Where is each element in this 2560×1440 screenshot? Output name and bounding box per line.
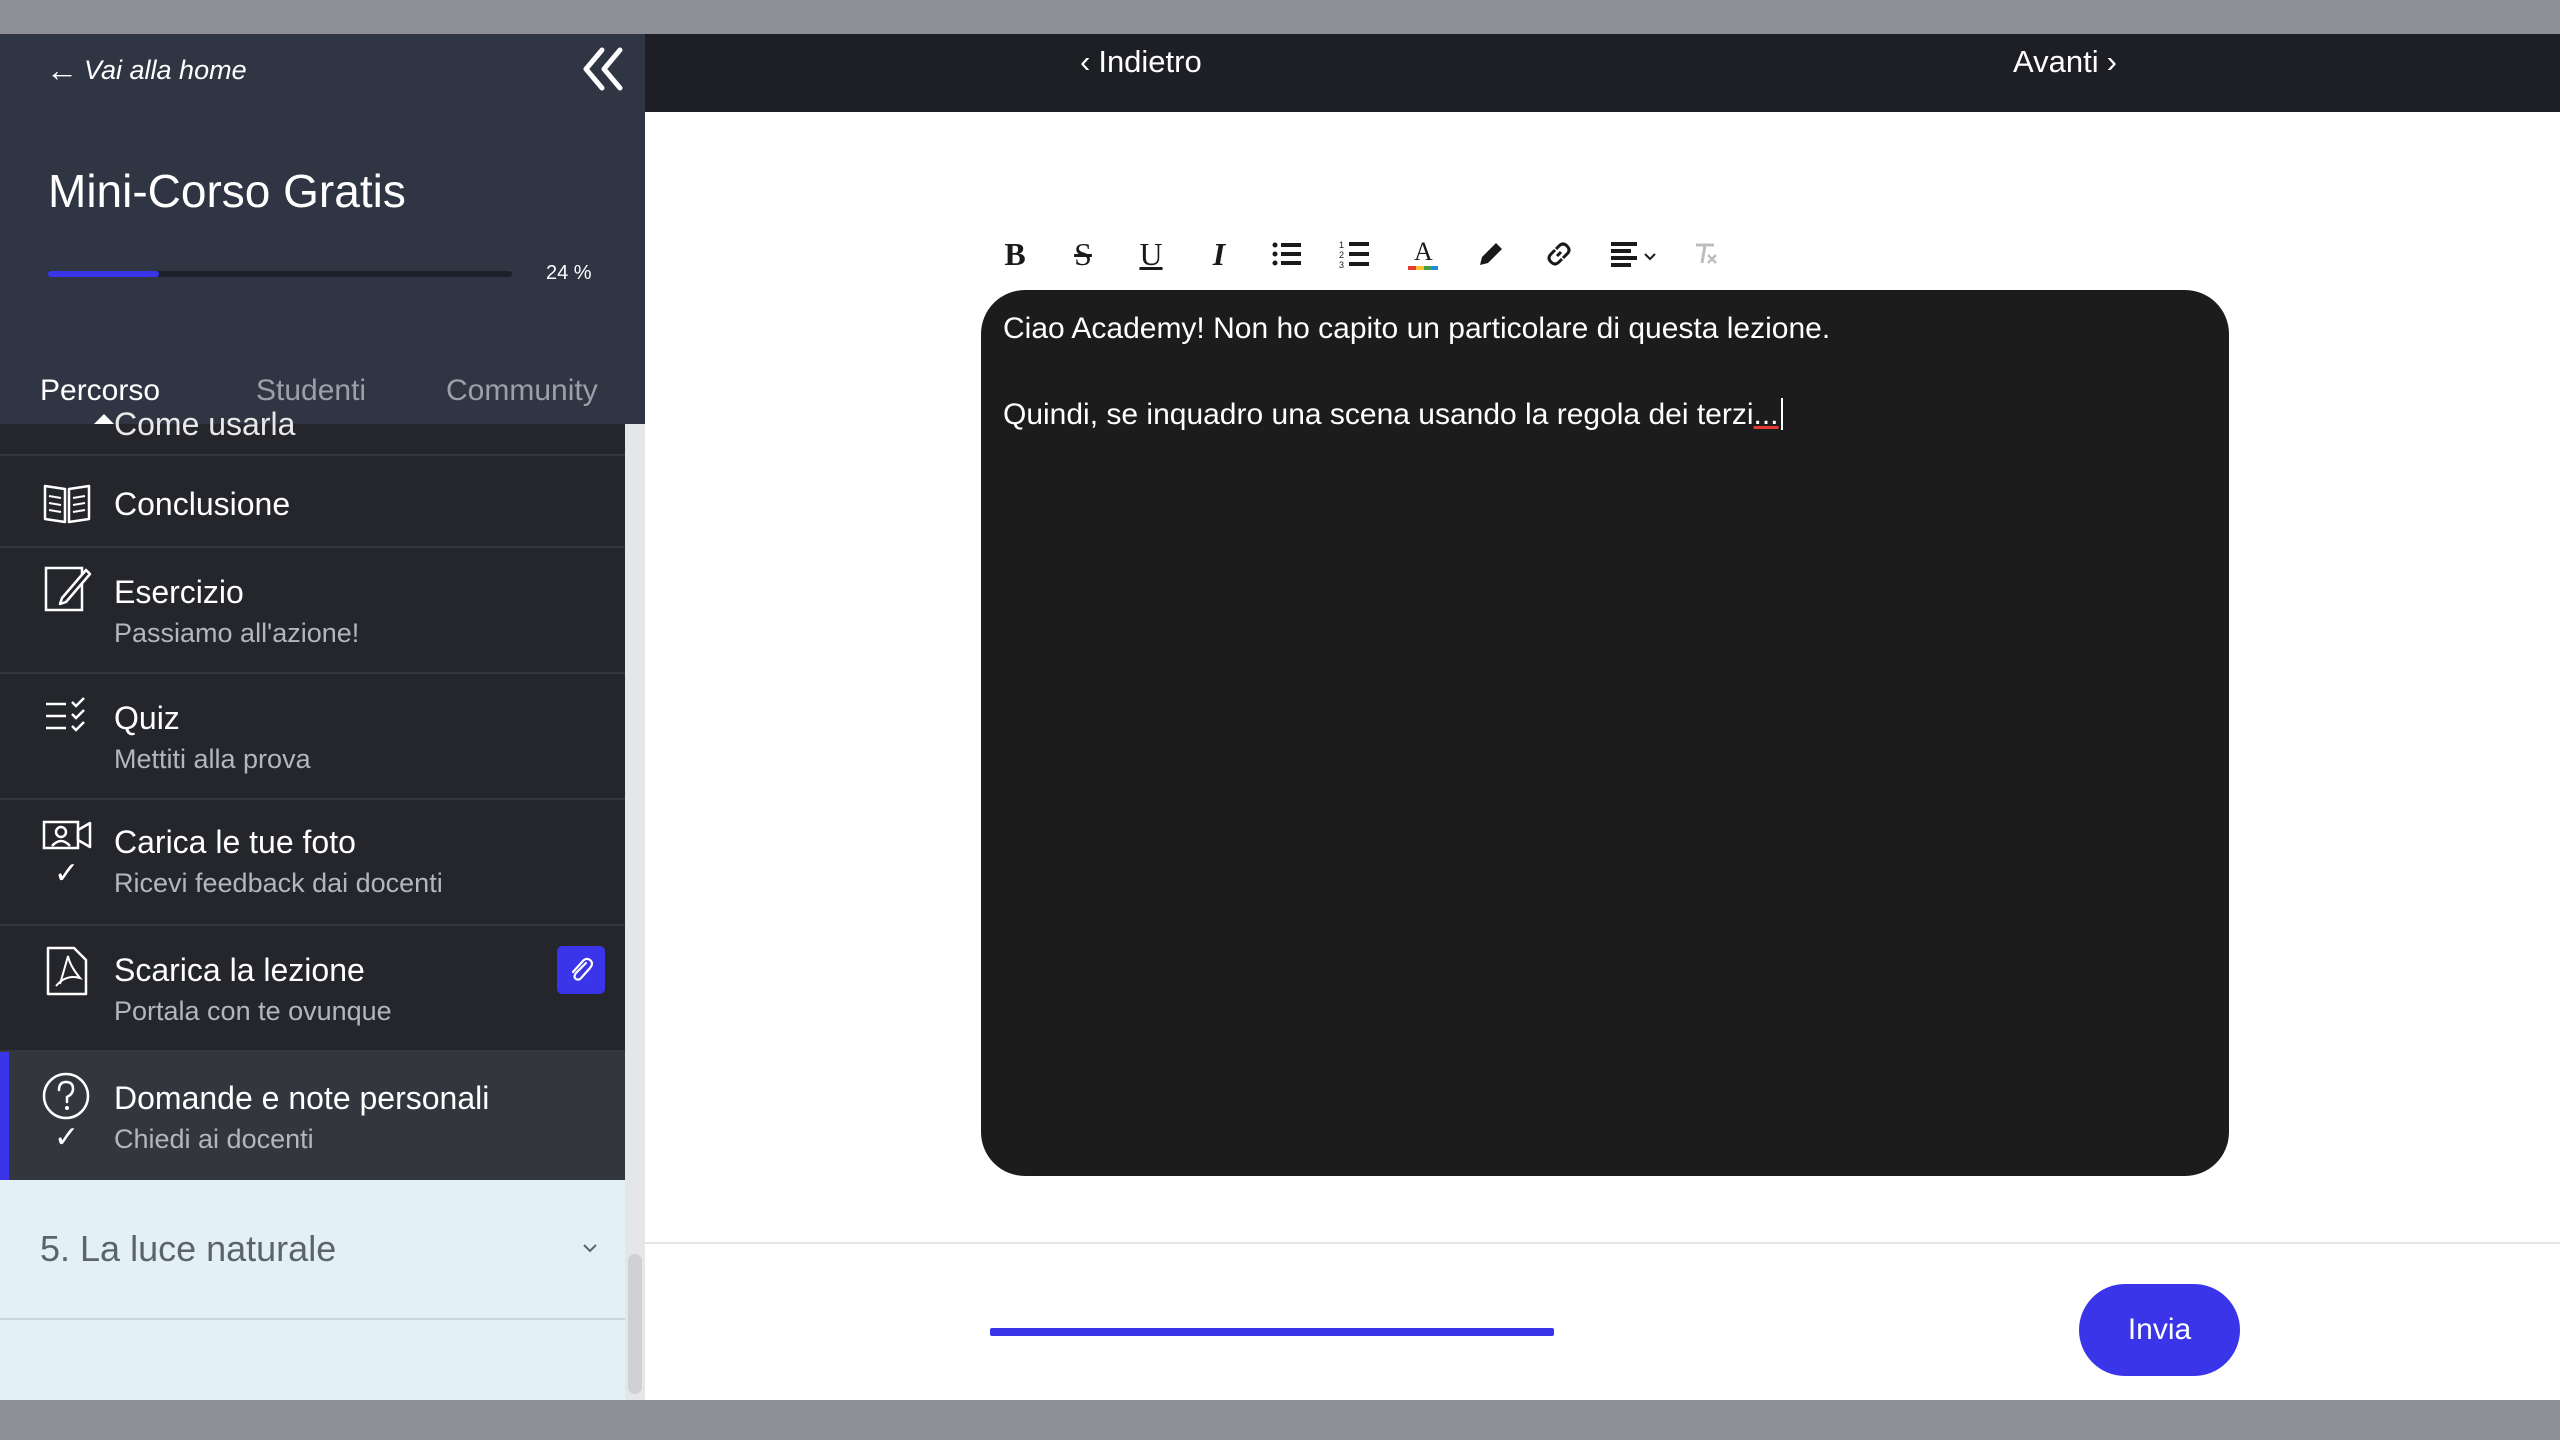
lesson-item-conclusione[interactable]: Conclusione [0,454,625,546]
collapse-sidebar-button[interactable] [580,44,626,94]
lesson-progress-bar [990,1328,1554,1336]
sidebar-scrollbar-thumb[interactable] [628,1254,642,1394]
pencil-icon [1480,243,1502,265]
home-link[interactable]: ← Vai alla home [46,52,247,88]
lesson-item-carica-foto[interactable]: ✓ Carica le tue foto Ricevi feedback dai… [0,798,625,924]
arrow-left-icon: ← [46,51,78,88]
lesson-title: Conclusione [114,486,291,522]
chapter-item[interactable]: 5. La luce naturale [0,1180,625,1320]
active-lesson-indicator [0,1052,9,1180]
lesson-subtitle: Chiedi ai docenti [114,1124,314,1154]
clear-format-button[interactable] [1685,234,1725,274]
chevron-left-icon: ‹ [1080,44,1091,79]
lesson-title: Domande e note personali [114,1080,490,1116]
lesson-title: Quiz [114,700,180,736]
editor-line-2: Quindi, se inquadro una scena usando la … [1003,398,1783,432]
chevron-down-icon [583,1244,597,1253]
lesson-item-domande-note[interactable]: ✓ Domande e note personali Chiedi ai doc… [0,1050,625,1180]
next-label: Avanti [2013,44,2099,79]
strikethrough-button[interactable]: S [1063,234,1103,274]
chapter-list-background [0,1320,625,1400]
highlight-button[interactable] [1471,234,1511,274]
chevron-right-icon: › [2106,44,2117,79]
chapter-title: 5. La luce naturale [40,1228,337,1269]
svg-text:3: 3 [1339,260,1344,269]
back-button[interactable]: ‹ Indietro [1080,44,1202,80]
edit-note-icon [40,562,94,616]
question-editor[interactable]: Ciao Academy! Non ho capito un particola… [981,290,2229,1176]
underline-button[interactable]: U [1131,234,1171,274]
lesson-subtitle: Ricevi feedback dai docenti [114,868,443,898]
editor-toolbar: B S U I 1 2 3 A [995,224,1895,284]
main-content: ‹ Indietro Avanti › B S U I 1 2 3 A Ciao… [645,34,2560,1400]
course-progress-label: 24 % [546,262,592,284]
pdf-icon [40,944,94,998]
completed-check-icon: ✓ [54,857,80,890]
question-circle-icon [40,1070,94,1124]
tab-community[interactable]: Community [446,374,598,408]
book-open-icon [40,476,94,530]
checklist-icon [40,692,94,746]
svg-text:2: 2 [1339,250,1344,260]
lesson-subtitle: Portala con te ovunque [114,996,392,1026]
underline-icon: U [1139,235,1163,272]
bullet-list-button[interactable] [1267,234,1307,274]
text-color-icon: A [1408,237,1438,270]
lesson-navigation: ‹ Indietro Avanti › [645,34,2560,112]
editor-line-1: Ciao Academy! Non ho capito un particola… [1003,312,1831,345]
editor-line-2-tail: ... [1753,398,1779,431]
bold-icon: B [1004,235,1026,272]
editor-line-2-text: Quindi, se inquadro una scena usando la … [1003,398,1754,431]
back-label: Indietro [1098,44,1202,79]
attachment-button[interactable] [557,946,605,994]
send-button[interactable]: Invia [2079,1284,2240,1376]
text-color-button[interactable]: A [1403,234,1443,274]
italic-button[interactable]: I [1199,234,1239,274]
sidebar-header: ← Vai alla home Mini-Corso Gratis 24 % P… [0,34,645,425]
align-dropdown-button[interactable] [1607,234,1667,274]
lesson-subtitle: Mettiti alla prova [114,744,311,774]
italic-icon: I [1212,235,1226,272]
bullet-list-icon [1272,242,1301,266]
course-progress-bar [48,271,512,277]
window-bottom-strip [0,1400,2560,1440]
lesson-subtitle: Passiamo all'azione! [114,618,360,648]
lesson-item-esercizio[interactable]: Esercizio Passiamo all'azione! [0,546,625,672]
bold-button[interactable]: B [995,234,1035,274]
svg-text:A: A [1414,237,1433,266]
completed-check-icon: ✓ [54,1121,80,1154]
text-cursor [1780,398,1783,430]
numbered-list-icon: 1 2 3 [1339,240,1369,269]
lesson-title: Carica le tue foto [114,824,356,860]
course-progress-fill [48,271,160,277]
lesson-title: Esercizio [114,574,244,610]
paperclip-icon [571,957,594,981]
footer-divider [645,1242,2560,1244]
tab-studenti[interactable]: Studenti [256,374,366,408]
sidebar-tabs: Percorso Studenti Community [0,354,645,425]
course-sidebar: ← Vai alla home Mini-Corso Gratis 24 % P… [0,34,645,1400]
home-link-label: Vai alla home [84,54,247,85]
course-title: Mini-Corso Gratis [48,165,406,217]
window-top-strip [0,0,2560,34]
clear-format-icon [1696,243,1717,264]
lesson-item-scarica-lezione[interactable]: Scarica la lezione Portala con te ovunqu… [0,924,625,1050]
lesson-item-partial[interactable]: Come usarla [114,406,295,443]
strikethrough-icon: S [1074,235,1092,272]
tab-percorso[interactable]: Percorso [40,374,160,408]
double-chevron-left-icon [583,47,623,91]
lesson-title: Scarica la lezione [114,952,365,988]
svg-text:1: 1 [1339,240,1344,250]
numbered-list-button[interactable]: 1 2 3 [1335,234,1375,274]
sidebar-scrollbar[interactable] [625,424,645,1400]
link-button[interactable] [1539,234,1579,274]
lesson-item-quiz[interactable]: Quiz Mettiti alla prova [0,672,625,798]
next-button[interactable]: Avanti › [2013,44,2117,80]
link-icon [1547,242,1571,266]
align-left-icon [1611,242,1656,267]
